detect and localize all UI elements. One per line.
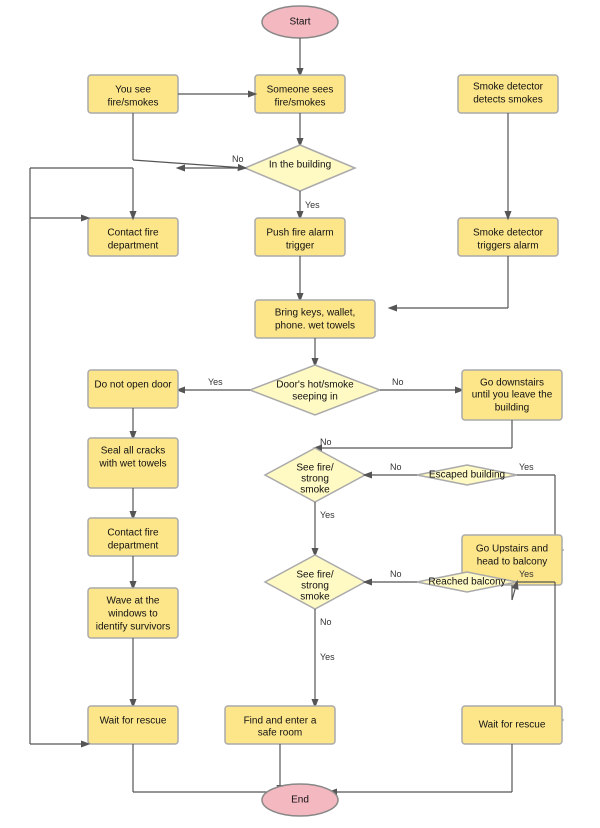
push-alarm-label: Push fire alarm — [266, 228, 333, 239]
wave-windows-label2: windows to — [107, 609, 158, 620]
seal-cracks-label2: with wet towels — [98, 459, 166, 470]
see-fire1-label3: smoke — [300, 485, 330, 496]
go-downstairs-label: Go downstairs — [480, 378, 544, 389]
no-label-reachedbalcony: No — [390, 569, 402, 579]
contact-fire1-label: Contact fire — [107, 228, 159, 239]
see-fire1-label: See fire/ — [296, 463, 333, 474]
line-yousee-to-diamond — [133, 160, 245, 168]
yes-label-inbuilding: Yes — [305, 200, 320, 210]
smoke-triggers-label: Smoke detector — [473, 228, 544, 239]
contact-fire2-label: Contact fire — [107, 528, 159, 539]
go-upstairs-label2: head to balcony — [477, 557, 548, 568]
smoke-detector-label: Smoke detector — [473, 82, 544, 93]
go-upstairs-label: Go Upstairs and — [476, 544, 548, 555]
see-fire2-label3: smoke — [300, 592, 330, 603]
find-safe-label2: safe room — [258, 728, 302, 739]
someone-sees-label: Someone sees — [267, 85, 334, 96]
do-not-open-label: Do not open door — [94, 380, 172, 391]
seal-cracks-label: Seal all cracks — [101, 446, 165, 457]
bring-keys-box — [255, 300, 375, 338]
smoke-detector-label2: detects smokes — [473, 95, 542, 106]
escaped-label: Escaped building — [429, 470, 505, 481]
you-see-label: You see — [115, 85, 151, 96]
wait-rescue2-label: Wait for rescue — [479, 720, 546, 731]
contact-fire2-label2: department — [108, 541, 159, 552]
no-label-seef1-top: No — [320, 437, 332, 447]
someone-sees-label2: fire/smokes — [274, 98, 325, 109]
start-label: Start — [289, 17, 310, 28]
wait-rescue1-label: Wait for rescue — [100, 716, 167, 727]
see-fire2-label: See fire/ — [296, 570, 333, 581]
yes-label-doorhot: Yes — [208, 377, 223, 387]
yes-label-escaped: Yes — [519, 462, 534, 472]
contact-fire1-label2: department — [108, 241, 159, 252]
wave-windows-label: Wave at the — [107, 596, 160, 607]
push-alarm-label2: trigger — [286, 241, 315, 252]
go-downstairs-label2: until you leave the — [472, 390, 553, 401]
bring-keys-label: Bring keys, wallet, — [275, 308, 356, 319]
in-building-label: In the building — [269, 160, 331, 171]
door-hot-label2: seeping in — [292, 392, 338, 403]
reached-balcony-label: Reached balcony — [428, 577, 505, 588]
wave-windows-label3: identify survivors — [96, 622, 170, 633]
door-hot-label: Door's hot/smoke — [276, 380, 354, 391]
bring-keys-label2: phone. wet towels — [275, 321, 355, 332]
find-safe-label: Find and enter a — [244, 716, 317, 727]
yes-label-seef1: Yes — [320, 510, 335, 520]
smoke-triggers-label2: triggers alarm — [477, 241, 538, 252]
no-label-seef2: No — [320, 617, 332, 627]
go-downstairs-label3: building — [495, 403, 529, 414]
no-label-escaped: No — [390, 462, 402, 472]
no-label-inbuilding: No — [232, 154, 244, 164]
end-label: End — [291, 795, 309, 806]
no-label-doorhot: No — [392, 377, 404, 387]
see-fire1-label2: strong — [301, 474, 329, 485]
see-fire2-label2: strong — [301, 581, 329, 592]
you-see-label2: fire/smokes — [107, 98, 158, 109]
yes-label-reachedbalcony: Yes — [519, 569, 534, 579]
yes-label-seef2: Yes — [320, 652, 335, 662]
